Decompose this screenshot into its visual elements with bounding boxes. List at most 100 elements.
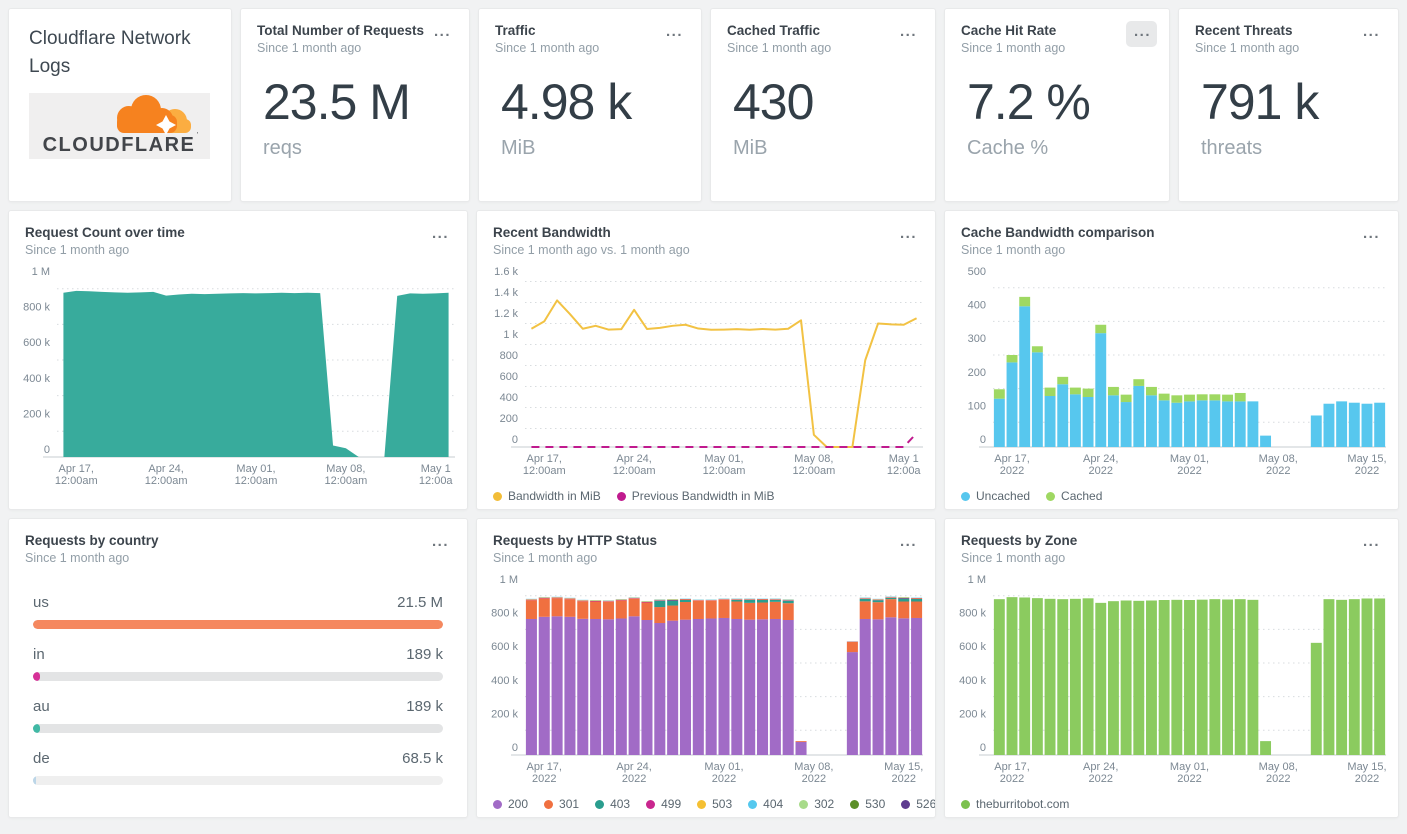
legend-item[interactable]: Bandwidth in MiB xyxy=(493,489,601,503)
panel-menu-button[interactable]: ... xyxy=(424,531,455,557)
svg-text:800 k: 800 k xyxy=(491,608,518,620)
svg-text:May 15,2022: May 15,2022 xyxy=(1347,453,1386,477)
svg-text:600 k: 600 k xyxy=(23,337,50,349)
svg-text:1 M: 1 M xyxy=(32,266,50,278)
panel-total-requests: ... Total Number of Requests Since 1 mon… xyxy=(240,8,470,202)
panel-requests-by-zone: ... Requests by Zone Since 1 month ago 0… xyxy=(944,518,1399,818)
svg-text:May 01,2022: May 01,2022 xyxy=(704,761,743,785)
country-row: au189 k xyxy=(33,698,443,733)
legend-item[interactable]: Uncached xyxy=(961,489,1030,503)
panel-menu-button[interactable]: ... xyxy=(1355,223,1386,249)
panel-menu-button[interactable]: ... xyxy=(892,531,923,557)
legend-item[interactable]: 499 xyxy=(646,797,681,811)
legend-label: 302 xyxy=(814,797,834,811)
svg-text:800: 800 xyxy=(500,350,518,362)
charts-row-2: ... Requests by country Since 1 month ag… xyxy=(8,518,1399,818)
panel-menu-button[interactable]: ... xyxy=(892,223,923,249)
svg-text:0: 0 xyxy=(980,434,986,446)
panel-title: Recent Threats xyxy=(1195,22,1382,39)
svg-text:Apr 17,12:00am: Apr 17,12:00am xyxy=(55,463,98,487)
panel-cached-traffic: ... Cached Traffic Since 1 month ago 430… xyxy=(710,8,936,202)
panel-subtitle: Since 1 month ago xyxy=(1195,40,1382,57)
country-bar-fill xyxy=(33,776,36,785)
panel-traffic: ... Traffic Since 1 month ago 4.98 k MiB xyxy=(478,8,702,202)
panel-title: Traffic xyxy=(495,22,685,39)
panel-subtitle: Since 1 month ago vs. 1 month ago xyxy=(493,242,919,259)
country-row: de68.5 k xyxy=(33,750,443,785)
svg-text:300: 300 xyxy=(968,333,986,345)
stat-value: 791 k xyxy=(1201,73,1388,131)
cloudflare-logo: CLOUDFLARE ' xyxy=(29,93,210,159)
recent-bandwidth-chart[interactable]: 02004006008001 k1.2 k1.4 k1.6 kApr 17,12… xyxy=(477,259,935,483)
panel-requests-by-http-status: ... Requests by HTTP Status Since 1 mont… xyxy=(476,518,936,818)
legend-label: 503 xyxy=(712,797,732,811)
legend-item[interactable]: theburritobot.com xyxy=(961,797,1069,811)
panel-menu-button[interactable]: ... xyxy=(426,21,457,47)
panel-menu-button[interactable]: ... xyxy=(1355,21,1386,47)
country-row: in189 k xyxy=(33,646,443,681)
svg-text:Apr 24,12:00am: Apr 24,12:00am xyxy=(613,453,656,477)
legend-dot-icon xyxy=(617,492,626,501)
chart-legend: theburritobot.com xyxy=(945,791,1398,817)
legend-label: 301 xyxy=(559,797,579,811)
svg-text:800 k: 800 k xyxy=(23,302,50,314)
request-count-chart[interactable]: 0200 k400 k600 k800 k1 MApr 17,12:00amAp… xyxy=(9,259,467,493)
panel-title: Cache Bandwidth comparison xyxy=(961,224,1382,241)
http-status-chart[interactable]: 0200 k400 k600 k800 k1 MApr 17,2022Apr 2… xyxy=(477,567,935,791)
svg-text:May 08,12:00am: May 08,12:00am xyxy=(324,463,367,487)
svg-text:1 M: 1 M xyxy=(968,574,986,586)
chart-legend: Uncached Cached xyxy=(945,483,1398,509)
svg-text:200: 200 xyxy=(968,367,986,379)
legend-label: Uncached xyxy=(976,489,1030,503)
svg-text:0: 0 xyxy=(44,444,50,456)
legend-item[interactable]: 526 xyxy=(901,797,936,811)
svg-text:200: 200 xyxy=(500,413,518,425)
legend-item[interactable]: Cached xyxy=(1046,489,1102,503)
stat-unit: threats xyxy=(1201,137,1388,160)
svg-text:Apr 17,2022: Apr 17,2022 xyxy=(994,453,1029,477)
cache-bandwidth-chart[interactable]: 0100200300400500Apr 17,2022Apr 24,2022Ma… xyxy=(945,259,1398,483)
svg-text:200 k: 200 k xyxy=(959,708,986,720)
panel-title: Requests by Zone xyxy=(961,532,1382,549)
country-row: us21.5 M xyxy=(33,594,443,629)
svg-text:Apr 17,2022: Apr 17,2022 xyxy=(527,761,562,785)
country-value: 68.5 k xyxy=(402,750,443,767)
panel-cache-bandwidth: ... Cache Bandwidth comparison Since 1 m… xyxy=(944,210,1399,510)
legend-item[interactable]: 530 xyxy=(850,797,885,811)
country-value: 189 k xyxy=(406,646,443,663)
legend-label: 200 xyxy=(508,797,528,811)
stat-value: 23.5 M xyxy=(263,73,459,131)
svg-text:400 k: 400 k xyxy=(491,675,518,687)
legend-item[interactable]: Previous Bandwidth in MiB xyxy=(617,489,775,503)
panel-menu-button[interactable]: ... xyxy=(658,21,689,47)
svg-text:1 M: 1 M xyxy=(500,574,518,586)
country-bar-track xyxy=(33,776,443,785)
stat-value: 430 xyxy=(733,73,925,131)
svg-text:May 01,2022: May 01,2022 xyxy=(1170,761,1209,785)
legend-item[interactable]: 200 xyxy=(493,797,528,811)
panel-title: Requests by country xyxy=(25,532,451,549)
legend-item[interactable]: 302 xyxy=(799,797,834,811)
legend-label: Bandwidth in MiB xyxy=(508,489,601,503)
country-bar-fill xyxy=(33,672,40,681)
zone-chart[interactable]: 0200 k400 k600 k800 k1 MApr 17,2022Apr 2… xyxy=(945,567,1398,791)
panel-menu-button[interactable]: ... xyxy=(1126,21,1157,47)
stats-row: Cloudflare Network Logs CLOUDFLARE ' ... xyxy=(8,8,1399,202)
dashboard-title: Cloudflare Network Logs xyxy=(9,9,231,81)
legend-item[interactable]: 404 xyxy=(748,797,783,811)
svg-text:Apr 17,2022: Apr 17,2022 xyxy=(994,761,1029,785)
legend-dot-icon xyxy=(748,800,757,809)
legend-dot-icon xyxy=(697,800,706,809)
legend-item[interactable]: 503 xyxy=(697,797,732,811)
panel-menu-button[interactable]: ... xyxy=(1355,531,1386,557)
svg-text:0: 0 xyxy=(980,742,986,754)
legend-dot-icon xyxy=(595,800,604,809)
panel-title: Recent Bandwidth xyxy=(493,224,919,241)
svg-text:400: 400 xyxy=(500,392,518,404)
legend-item[interactable]: 301 xyxy=(544,797,579,811)
panel-menu-button[interactable]: ... xyxy=(424,223,455,249)
svg-text:100: 100 xyxy=(968,400,986,412)
panel-menu-button[interactable]: ... xyxy=(892,21,923,47)
legend-item[interactable]: 403 xyxy=(595,797,630,811)
panel-title: Requests by HTTP Status xyxy=(493,532,919,549)
